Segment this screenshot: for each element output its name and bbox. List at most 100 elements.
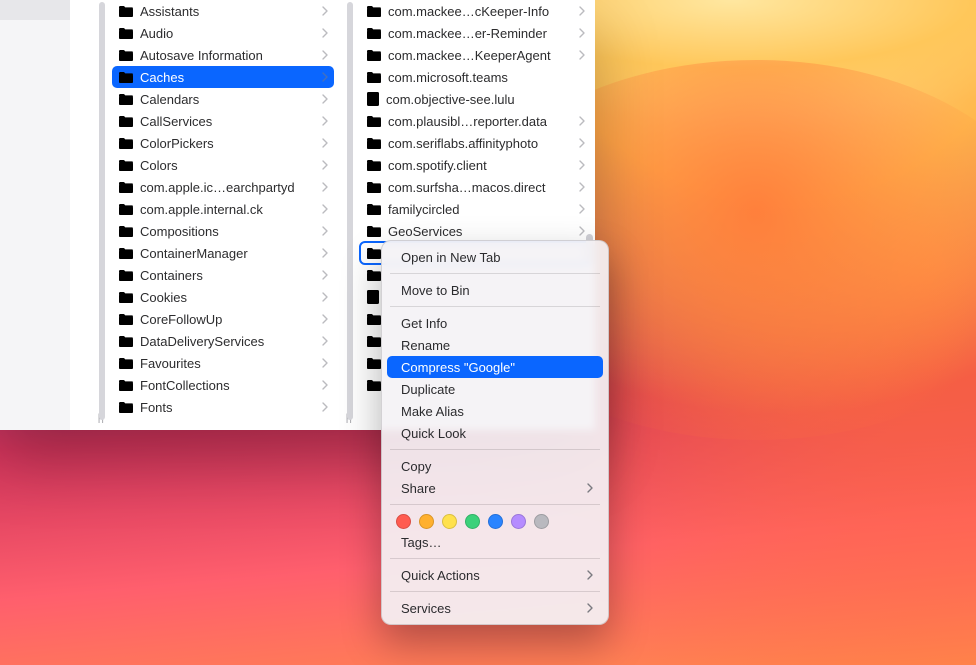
- list-item[interactable]: CallServices: [112, 110, 334, 132]
- chevron-right-icon: [579, 138, 585, 148]
- folder-icon: [366, 137, 382, 150]
- list-item-label: com.mackee…er-Reminder: [388, 26, 573, 41]
- list-item[interactable]: Caches: [112, 66, 334, 88]
- list-item[interactable]: com.spotify.client: [360, 154, 591, 176]
- folder-icon: [118, 379, 134, 392]
- chevron-right-icon: [579, 116, 585, 126]
- list-item-label: com.mackee…cKeeper-Info: [388, 4, 573, 19]
- list-item[interactable]: Calendars: [112, 88, 334, 110]
- menu-item[interactable]: Services: [387, 597, 603, 619]
- list-item[interactable]: Containers: [112, 264, 334, 286]
- menu-item[interactable]: Compress "Google": [387, 356, 603, 378]
- list-item[interactable]: com.apple.internal.ck: [112, 198, 334, 220]
- list-item-label: com.objective-see.lulu: [386, 92, 585, 107]
- menu-item-label: Duplicate: [401, 382, 455, 397]
- chevron-right-icon: [322, 116, 328, 126]
- menu-item[interactable]: Duplicate: [387, 378, 603, 400]
- list-item[interactable]: Fonts: [112, 396, 334, 418]
- list-item[interactable]: com.microsoft.teams: [360, 66, 591, 88]
- menu-item[interactable]: Open in New Tab: [387, 246, 603, 268]
- menu-item-label: Rename: [401, 338, 450, 353]
- folder-icon: [366, 181, 382, 194]
- menu-item-label: Quick Look: [401, 426, 466, 441]
- column-divider[interactable]: ||: [338, 0, 356, 430]
- list-item-label: familycircled: [388, 202, 573, 217]
- folder-icon: [118, 291, 134, 304]
- chevron-right-icon: [322, 28, 328, 38]
- list-item-label: Fonts: [140, 400, 316, 415]
- folder-icon: [366, 5, 382, 18]
- resize-handle-icon[interactable]: ||: [98, 413, 105, 424]
- list-item[interactable]: Cookies: [112, 286, 334, 308]
- list-item-label: GeoServices: [388, 224, 573, 239]
- list-item-label: Favourites: [140, 356, 316, 371]
- menu-item-label: Move to Bin: [401, 283, 470, 298]
- menu-item[interactable]: Quick Actions: [387, 564, 603, 586]
- chevron-right-icon: [322, 336, 328, 346]
- chevron-right-icon: [322, 270, 328, 280]
- tag-orange[interactable]: [419, 514, 434, 529]
- list-item[interactable]: com.plausibl…reporter.data: [360, 110, 591, 132]
- tag-yellow[interactable]: [442, 514, 457, 529]
- chevron-right-icon: [322, 204, 328, 214]
- menu-item-label: Tags…: [401, 535, 441, 550]
- folder-icon: [118, 269, 134, 282]
- menu-item-label: Get Info: [401, 316, 447, 331]
- folder-icon: [118, 71, 134, 84]
- tag-purple[interactable]: [511, 514, 526, 529]
- list-item[interactable]: com.surfsha…macos.direct: [360, 176, 591, 198]
- list-item[interactable]: Favourites: [112, 352, 334, 374]
- list-item[interactable]: FontCollections: [112, 374, 334, 396]
- folder-icon: [366, 159, 382, 172]
- chevron-right-icon: [322, 248, 328, 258]
- column-divider[interactable]: ||: [70, 0, 108, 430]
- chevron-right-icon: [322, 6, 328, 16]
- list-item[interactable]: ContainerManager: [112, 242, 334, 264]
- menu-item[interactable]: Tags…: [387, 531, 603, 553]
- list-item-label: Audio: [140, 26, 316, 41]
- menu-item[interactable]: Quick Look: [387, 422, 603, 444]
- list-item[interactable]: CoreFollowUp: [112, 308, 334, 330]
- list-item[interactable]: com.apple.ic…earchpartyd: [112, 176, 334, 198]
- list-item[interactable]: com.mackee…er-Reminder: [360, 22, 591, 44]
- menu-item[interactable]: Copy: [387, 455, 603, 477]
- resize-handle-icon[interactable]: ||: [346, 413, 353, 424]
- list-item[interactable]: com.mackee…cKeeper-Info: [360, 0, 591, 22]
- menu-item[interactable]: Move to Bin: [387, 279, 603, 301]
- chevron-right-icon: [579, 6, 585, 16]
- list-item[interactable]: com.mackee…KeeperAgent: [360, 44, 591, 66]
- list-item[interactable]: Assistants: [112, 0, 334, 22]
- menu-separator: [390, 558, 600, 559]
- list-item[interactable]: Compositions: [112, 220, 334, 242]
- menu-item[interactable]: Share: [387, 477, 603, 499]
- folder-icon: [366, 71, 382, 84]
- list-item[interactable]: ColorPickers: [112, 132, 334, 154]
- chevron-right-icon: [587, 603, 593, 613]
- list-item[interactable]: Autosave Information: [112, 44, 334, 66]
- folder-icon: [118, 313, 134, 326]
- finder-column-0-selected-row[interactable]: [0, 0, 70, 20]
- list-item[interactable]: familycircled: [360, 198, 591, 220]
- list-item[interactable]: GeoServices: [360, 220, 591, 242]
- list-item-label: Compositions: [140, 224, 316, 239]
- menu-item-label: Make Alias: [401, 404, 464, 419]
- chevron-right-icon: [322, 50, 328, 60]
- list-item[interactable]: Colors: [112, 154, 334, 176]
- tag-gray[interactable]: [534, 514, 549, 529]
- list-item-label: com.seriflabs.affinityphoto: [388, 136, 573, 151]
- list-item[interactable]: com.objective-see.lulu: [360, 88, 591, 110]
- list-item[interactable]: com.seriflabs.affinityphoto: [360, 132, 591, 154]
- list-item[interactable]: DataDeliveryServices: [112, 330, 334, 352]
- menu-item[interactable]: Rename: [387, 334, 603, 356]
- tag-green[interactable]: [465, 514, 480, 529]
- chevron-right-icon: [579, 28, 585, 38]
- folder-icon: [366, 27, 382, 40]
- list-item[interactable]: Audio: [112, 22, 334, 44]
- menu-separator: [390, 306, 600, 307]
- folder-icon: [366, 269, 382, 282]
- folder-icon: [118, 357, 134, 370]
- tag-blue[interactable]: [488, 514, 503, 529]
- menu-item[interactable]: Make Alias: [387, 400, 603, 422]
- menu-item[interactable]: Get Info: [387, 312, 603, 334]
- tag-red[interactable]: [396, 514, 411, 529]
